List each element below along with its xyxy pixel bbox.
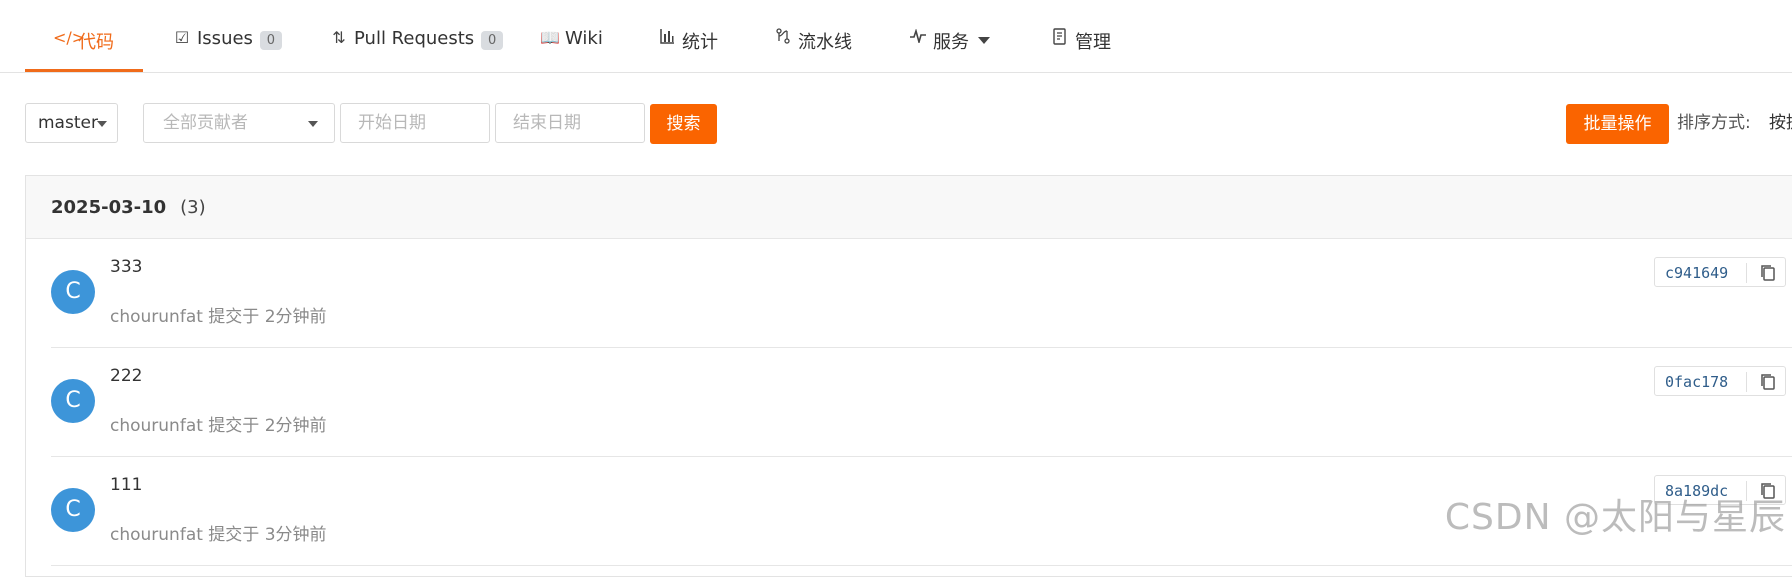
commit-sha-link[interactable]: c941649 (1665, 258, 1728, 288)
pulse-icon (908, 28, 928, 47)
contributor-select[interactable]: 全部贡献者 (143, 103, 335, 143)
tab-issues-label: Issues (197, 28, 253, 49)
avatar[interactable]: C (51, 270, 95, 314)
tab-wiki[interactable]: 📖 Wiki (540, 28, 603, 72)
issues-count-badge: 0 (259, 31, 282, 50)
tab-code-label: 代码 (78, 32, 114, 53)
divider (1746, 372, 1747, 392)
tab-manage-label: 管理 (1075, 32, 1111, 53)
sort-select-value[interactable]: 按提 (1769, 103, 1792, 143)
issues-icon: ☑ (174, 28, 190, 47)
commit-meta: chourunfat 提交于 2分钟前 (110, 416, 327, 436)
tab-code[interactable]: </> 代码 (25, 28, 143, 72)
commit-group-header: 2025-03-10 (3) (26, 176, 1792, 239)
branch-select-value: master (38, 113, 98, 133)
copy-icon[interactable] (1758, 263, 1778, 283)
start-date-input[interactable]: 开始日期 (340, 103, 490, 143)
pull-requests-count-badge: 0 (481, 31, 504, 50)
tab-pull-requests[interactable]: ⇅ Pull Requests 0 (329, 28, 504, 72)
code-icon: </> (53, 28, 86, 47)
commit-message[interactable]: 111 (110, 475, 142, 495)
search-button[interactable]: 搜索 (650, 104, 717, 144)
commit-sha-link[interactable]: 0fac178 (1665, 367, 1728, 397)
start-date-placeholder: 开始日期 (358, 113, 426, 133)
divider (1746, 263, 1747, 283)
avatar[interactable]: C (51, 379, 95, 423)
commit-message[interactable]: 222 (110, 366, 142, 386)
stats-bar-icon (657, 28, 677, 48)
chevron-down-icon (308, 121, 318, 127)
commit-row: C 333 chourunfat 提交于 2分钟前 c941649 浏 (51, 239, 1792, 348)
contributor-select-placeholder: 全部贡献者 (163, 113, 248, 133)
commit-meta: chourunfat 提交于 2分钟前 (110, 307, 327, 327)
tab-stats-label: 统计 (682, 32, 718, 53)
commit-group-count: (3) (180, 196, 206, 218)
tab-manage[interactable]: 管理 (1050, 28, 1111, 72)
repo-tab-bar: </> 代码 ☑ Issues 0 ⇅ Pull Requests 0 📖 Wi… (0, 0, 1792, 73)
commit-message[interactable]: 333 (110, 257, 142, 277)
tab-pipeline[interactable]: 流水线 (773, 28, 852, 72)
sort-label: 排序方式: (1677, 113, 1751, 133)
avatar[interactable]: C (51, 488, 95, 532)
tab-stats[interactable]: 统计 (657, 28, 718, 72)
commit-sha-box: 0fac178 (1654, 366, 1786, 396)
tab-issues[interactable]: ☑ Issues 0 (172, 28, 282, 72)
tab-services-label: 服务 (933, 32, 969, 53)
chevron-down-icon (978, 37, 990, 44)
pull-request-icon: ⇅ (332, 28, 346, 47)
manage-doc-icon (1050, 28, 1070, 49)
tab-pull-requests-label: Pull Requests (354, 28, 475, 49)
tab-pipeline-label: 流水线 (798, 32, 852, 53)
tab-services[interactable]: 服务 (908, 28, 990, 72)
commit-meta: chourunfat 提交于 3分钟前 (110, 525, 327, 545)
end-date-placeholder: 结束日期 (513, 113, 581, 133)
branch-select[interactable]: master (25, 103, 118, 143)
copy-icon[interactable] (1758, 372, 1778, 392)
pipeline-icon (773, 28, 793, 48)
chevron-down-icon (97, 121, 107, 127)
watermark: CSDN @太阳与星辰 (1444, 497, 1786, 538)
batch-operation-button[interactable]: 批量操作 (1566, 104, 1669, 144)
commit-row: C 222 chourunfat 提交于 2分钟前 0fac178 浏 (51, 348, 1792, 457)
end-date-input[interactable]: 结束日期 (495, 103, 645, 143)
commit-sha-box: c941649 (1654, 257, 1786, 287)
wiki-book-icon: 📖 (540, 28, 560, 47)
tab-wiki-label: Wiki (565, 28, 603, 49)
commit-group-date: 2025-03-10 (51, 196, 167, 218)
